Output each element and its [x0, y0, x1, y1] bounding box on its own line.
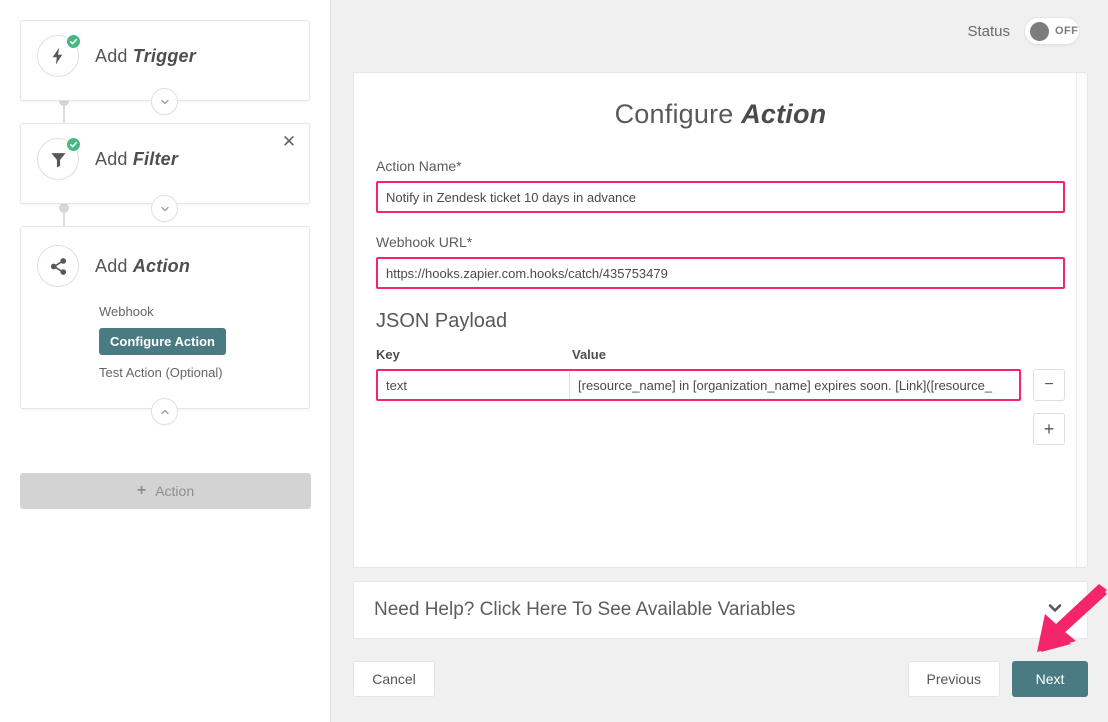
connector-dot-2a	[59, 203, 69, 213]
add-payload-row-button[interactable]: +	[1033, 413, 1065, 445]
action-name-field-group: Action Name*	[376, 158, 1065, 213]
step-expand-toggle-filter[interactable]	[151, 195, 178, 222]
share-nodes-icon	[37, 245, 79, 287]
footer-right-buttons: Previous Next	[908, 661, 1088, 697]
chevron-down-icon[interactable]	[1045, 598, 1065, 623]
webhook-url-field-group: Webhook URL*	[376, 234, 1065, 289]
add-action-label: Action	[155, 483, 194, 499]
json-payload-heading: JSON Payload	[376, 310, 1065, 333]
webhook-url-label: Webhook URL*	[376, 234, 1065, 250]
page-title: Configure Action	[376, 99, 1065, 130]
substep-webhook[interactable]: Webhook	[99, 304, 154, 319]
app-root: Add Trigger ✕ A	[0, 0, 1108, 722]
close-icon[interactable]: ✕	[279, 131, 299, 151]
configure-panel: Configure Action Action Name* Webhook UR…	[331, 62, 1108, 697]
top-bar: Status OFF	[331, 0, 1108, 62]
payload-add-row-wrap: +	[376, 401, 1065, 445]
payload-key-header: Key	[376, 347, 572, 362]
configure-action-form-card: Configure Action Action Name* Webhook UR…	[353, 72, 1088, 568]
substep-configure-action[interactable]: Configure Action	[99, 328, 226, 355]
action-substeps: Webhook Configure Action Test Action (Op…	[21, 301, 309, 389]
step-complete-badge-filter	[66, 137, 81, 152]
payload-row: −	[376, 369, 1065, 401]
step-complete-badge-trigger	[66, 34, 81, 49]
cancel-button[interactable]: Cancel	[353, 661, 435, 697]
action-name-label: Action Name*	[376, 158, 1065, 174]
status-toggle[interactable]: OFF	[1024, 17, 1080, 45]
payload-key-input[interactable]	[378, 371, 570, 399]
payload-row-fields	[376, 369, 1021, 401]
form-scrollbar[interactable]	[1076, 73, 1087, 567]
payload-table-header: Key Value	[376, 347, 1065, 362]
step-card-action[interactable]: Add Action Webhook Configure Action Test…	[20, 226, 310, 409]
payload-value-input[interactable]	[570, 371, 1019, 399]
step-card-filter[interactable]: ✕ Add Filter	[20, 123, 310, 204]
lightning-bolt-icon	[37, 35, 79, 77]
funnel-icon	[37, 138, 79, 180]
toggle-knob	[1030, 22, 1049, 41]
add-action-button[interactable]: + Action	[20, 473, 311, 509]
next-button[interactable]: Next	[1012, 661, 1088, 697]
action-name-input[interactable]	[376, 181, 1065, 213]
step-title-filter: Add Filter	[95, 149, 178, 170]
toggle-state-label: OFF	[1055, 25, 1078, 37]
form-footer-buttons: Cancel Previous Next	[353, 661, 1088, 697]
step-expand-toggle-trigger[interactable]	[151, 88, 178, 115]
webhook-url-input[interactable]	[376, 257, 1065, 289]
step-title-action: Add Action	[95, 256, 190, 277]
step-header-trigger: Add Trigger	[21, 21, 309, 91]
available-variables-label: Need Help? Click Here To See Available V…	[374, 599, 795, 621]
step-header-action: Add Action	[21, 227, 309, 301]
workflow-steps-list: Add Trigger ✕ A	[0, 0, 330, 451]
payload-value-header: Value	[572, 347, 606, 362]
main-content: Status OFF Configure Action Action Name*…	[331, 0, 1108, 722]
available-variables-accordion[interactable]: Need Help? Click Here To See Available V…	[353, 581, 1088, 639]
status-label: Status	[967, 23, 1010, 40]
previous-button[interactable]: Previous	[908, 661, 1000, 697]
step-collapse-toggle-action[interactable]	[151, 398, 178, 425]
workflow-sidebar: Add Trigger ✕ A	[0, 0, 331, 722]
form-body: Configure Action Action Name* Webhook UR…	[354, 73, 1087, 445]
step-header-filter: Add Filter	[21, 124, 309, 194]
substep-test-action[interactable]: Test Action (Optional)	[99, 365, 223, 380]
remove-payload-row-button[interactable]: −	[1033, 369, 1065, 401]
step-title-trigger: Add Trigger	[95, 46, 196, 67]
plus-icon: +	[137, 482, 146, 500]
